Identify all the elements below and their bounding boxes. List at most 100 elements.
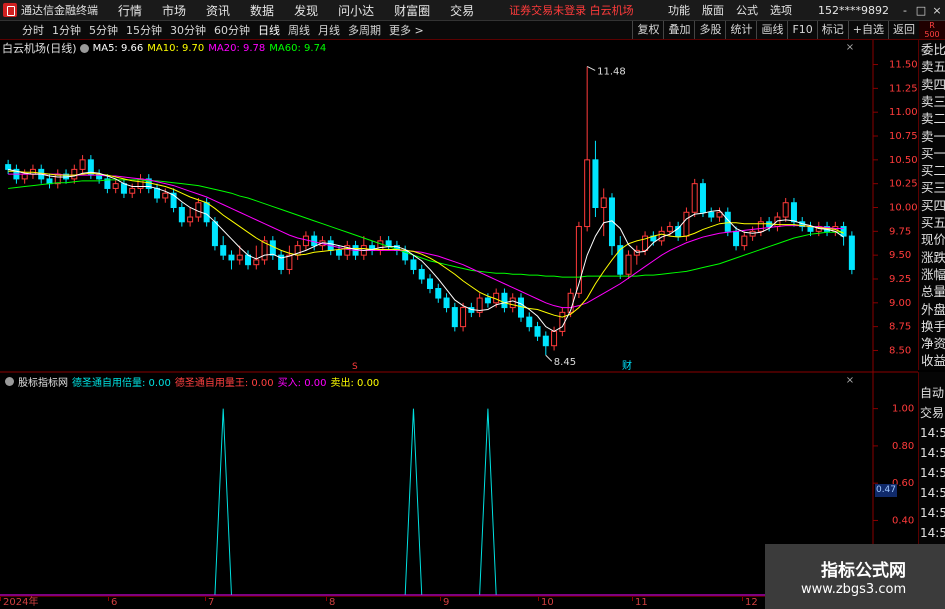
minimize-button[interactable]: - (897, 4, 913, 17)
menu-shichang[interactable]: 市场 (152, 2, 196, 19)
menu-xuanxiang[interactable]: 选项 (764, 2, 798, 18)
menu-zixun[interactable]: 资讯 (196, 2, 240, 19)
r500-badge[interactable]: R 500 (919, 21, 945, 39)
date-label: 12 (745, 597, 758, 608)
user-account[interactable]: 152****9892 (818, 4, 889, 17)
menu-wenxiaoda[interactable]: 问小达 (328, 2, 384, 19)
diejia-button[interactable]: 叠加 (663, 21, 694, 39)
period-month[interactable]: 月线 (314, 22, 344, 38)
price-tick-label: 9.50 (889, 250, 911, 261)
period-5min[interactable]: 5分钟 (85, 22, 122, 38)
maximize-button[interactable]: □ (913, 4, 929, 17)
settings-gear-icon[interactable] (79, 43, 89, 53)
period-toolbar: 分时 1分钟 5分钟 15分钟 30分钟 60分钟 日线 周线 月线 多周期 更… (0, 21, 945, 40)
quote-label: 换手 (921, 318, 945, 334)
date-label: 9 (443, 597, 450, 608)
candle-body (71, 168, 78, 180)
back-button[interactable]: 返回 (888, 21, 919, 39)
period-more[interactable]: 更多 > (385, 22, 428, 38)
watermark-url: www.zbgs3.com (801, 582, 907, 597)
trade-label: 自动 (920, 386, 945, 400)
candle-body (526, 316, 533, 328)
fuquan-button[interactable]: 复权 (632, 21, 663, 39)
menu-faxian[interactable]: 发现 (284, 2, 328, 19)
period-60min[interactable]: 60分钟 (210, 22, 254, 38)
candle-body (451, 307, 458, 328)
candle-body (195, 202, 202, 218)
candle-body (228, 254, 235, 261)
sub-close-icon[interactable]: × (845, 376, 855, 386)
candle-body (21, 173, 28, 180)
trade-label: 14:56 (920, 446, 945, 460)
candle-body (542, 335, 549, 347)
period-day[interactable]: 日线 (254, 22, 284, 38)
sub-settings-gear-icon[interactable] (5, 376, 14, 386)
app-title: 通达信金融终端 (21, 4, 98, 17)
candle-body (517, 297, 524, 318)
date-tick (742, 597, 743, 601)
buy-label: 买入: 0.00 (277, 377, 327, 389)
duogu-button[interactable]: 多股 (694, 21, 725, 39)
sell-label: 卖出: 0.00 (330, 377, 380, 389)
menu-gongneng[interactable]: 功能 (662, 2, 696, 18)
app-window: 通达信金融终端 行情 市场 资讯 数据 发现 问小达 财富圈 交易 证券交易未登… (0, 0, 945, 609)
quote-label: 卖四 (921, 76, 945, 92)
f10-button[interactable]: F10 (787, 21, 816, 39)
watermark-title: 指标公式网 (821, 561, 906, 581)
kline-chart[interactable]: 11.50 11.25 11.00 10.75 10.50 10.25 10.00 9.75 9… (0, 40, 918, 596)
menu-shuju[interactable]: 数据 (240, 2, 284, 19)
quote-label: 卖二 (921, 111, 945, 127)
candle-body (178, 207, 185, 223)
quote-label: 买四 (921, 197, 945, 213)
r500-badge-text: R 500 (924, 21, 940, 39)
quote-label: 收益 (921, 353, 945, 369)
period-15min[interactable]: 15分钟 (122, 22, 166, 38)
login-warning[interactable]: 证券交易未登录 白云机场 (509, 2, 634, 18)
beiliang-label: 德圣通自用倍量: 0.00 (72, 377, 171, 389)
date-tick (0, 597, 1, 601)
candle-body (120, 183, 127, 194)
candle-body (203, 202, 210, 223)
signal-s-mark: S (352, 362, 358, 372)
candle-body (625, 254, 632, 275)
candle-body (129, 187, 136, 194)
biaoji-button[interactable]: 标记 (816, 21, 848, 39)
period-30min[interactable]: 30分钟 (166, 22, 210, 38)
add-watchlist-button[interactable]: +自选 (847, 21, 888, 39)
date-tick (326, 597, 327, 601)
quote-label: 委比 (921, 42, 945, 57)
huaxian-button[interactable]: 画线 (756, 21, 787, 39)
menu-banmian[interactable]: 版面 (696, 2, 730, 18)
candle-body (501, 292, 508, 309)
candle-body (236, 254, 243, 261)
period-week[interactable]: 周线 (284, 22, 314, 38)
watermark: 指标公式网 www.zbgs3.com (765, 544, 945, 609)
sub-tick-label: 1.00 (892, 404, 914, 415)
ma10-label: MA10: 9.70 (147, 42, 205, 54)
date-tick (632, 597, 633, 601)
candle-body (418, 268, 425, 280)
stock-title[interactable]: 白云机场(日线) (2, 40, 77, 56)
period-fenshi[interactable]: 分时 (18, 22, 48, 38)
quote-label: 净资 (921, 336, 945, 352)
close-button[interactable]: × (929, 4, 945, 17)
menu-caifuquan[interactable]: 财富圈 (384, 2, 440, 19)
indicator-name[interactable]: 股标指标网 (18, 374, 68, 389)
period-1min[interactable]: 1分钟 (48, 22, 85, 38)
candle-body (509, 297, 516, 309)
date-tick (108, 597, 109, 601)
chart-close-icon[interactable]: × (845, 43, 855, 53)
menu-gongshi[interactable]: 公式 (730, 2, 764, 18)
price-tick-label: 10.00 (889, 203, 918, 214)
candle-body (790, 202, 797, 223)
candle-body (162, 192, 169, 199)
price-tick-label: 10.50 (889, 155, 918, 166)
trade-label: 14:56 (920, 526, 945, 540)
tongji-button[interactable]: 统计 (725, 21, 756, 39)
quote-panel: 委比 卖五 卖四 卖三 卖二 卖一 买一 买二 买三 买四 买五 现价 涨跌 涨幅 总量 外盘 换手 净资 收益 (918, 40, 945, 370)
caibao-mark: 财 (622, 359, 632, 372)
period-multi[interactable]: 多周期 (344, 22, 385, 38)
menu-jiaoyi[interactable]: 交易 (440, 2, 484, 19)
menu-hangqing[interactable]: 行情 (108, 2, 152, 19)
candle-body (5, 164, 12, 170)
